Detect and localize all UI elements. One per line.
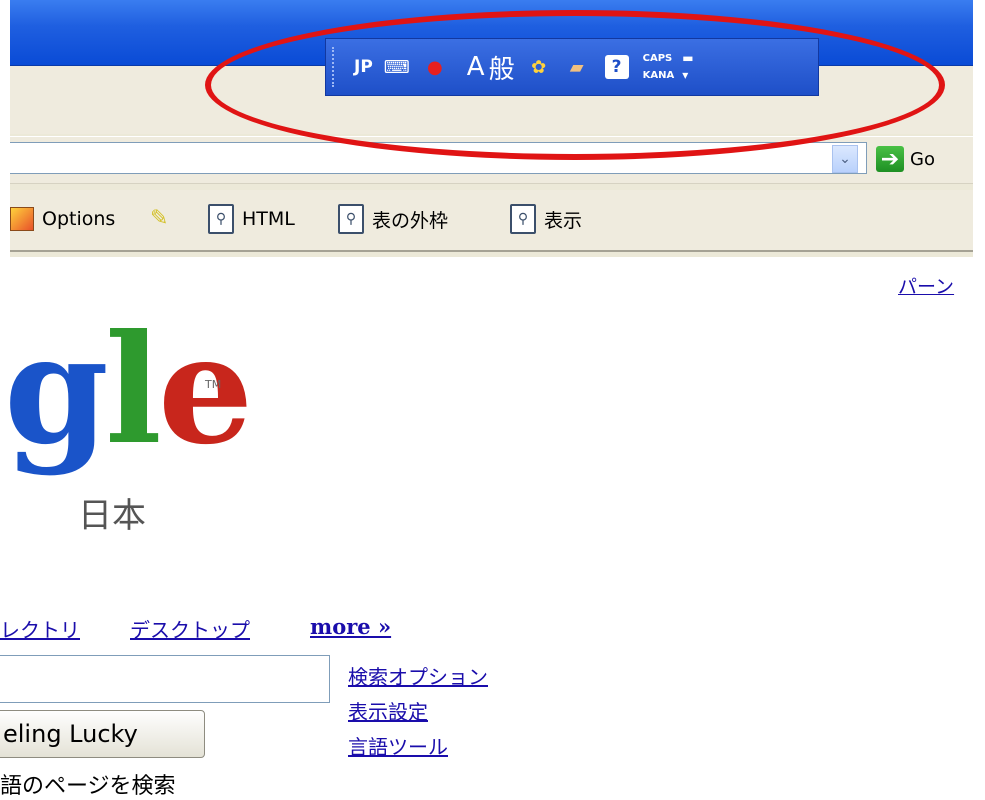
magnifier-page-icon: ⚲: [510, 204, 536, 234]
preferences-link[interactable]: 表示設定: [348, 695, 488, 730]
go-label: Go: [910, 148, 935, 170]
search-input[interactable]: [0, 655, 330, 703]
ime-input-mode-label: A: [466, 52, 485, 82]
chevron-down-icon: ⌄: [839, 151, 851, 167]
ime-language-button[interactable]: JP: [354, 47, 373, 87]
ime-conversion-mode-label: 般: [488, 54, 515, 85]
ime-input-mode-button[interactable]: A: [467, 47, 485, 87]
ime-language-bar: JP ⌨ ● A 般 ✿ ▰ ? CAPS KANA ▬ ▾: [325, 38, 819, 96]
help-icon: ?: [604, 55, 629, 79]
highlighter-button[interactable]: ✎: [150, 202, 174, 236]
caps-indicator: CAPS: [642, 53, 673, 64]
logo-letter-e: e: [157, 302, 253, 478]
keyboard-icon: ⌨: [383, 56, 410, 78]
go-arrow-icon: ➔: [876, 146, 904, 172]
ime-conversion-mode-button[interactable]: 般: [489, 47, 515, 87]
feeling-lucky-button[interactable]: eling Lucky: [0, 710, 205, 758]
top-right-link[interactable]: パーン: [898, 272, 954, 299]
ime-tool-button[interactable]: ▰: [563, 47, 591, 87]
search-side-links: 検索オプション 表示設定 言語ツール: [348, 660, 488, 765]
magnifier-page-icon: ⚲: [338, 204, 364, 234]
address-bar-row: ⌄ ➔ Go: [10, 136, 973, 184]
ime-bar-controls: ▬ ▾: [682, 50, 693, 84]
toolbox-icon: ▰: [569, 56, 584, 78]
palette-icon: ✿: [531, 56, 547, 78]
options-icon: [10, 207, 34, 231]
kana-indicator: KANA: [642, 70, 675, 81]
ime-keyboard-button[interactable]: ⌨: [383, 47, 411, 87]
tab-directory[interactable]: レクトリ: [0, 614, 80, 643]
tab-desktop[interactable]: デスクトップ: [130, 614, 250, 643]
minimize-icon[interactable]: ▬: [682, 50, 693, 67]
ime-grip-handle[interactable]: [332, 47, 344, 87]
language-tools-link[interactable]: 言語ツール: [348, 730, 488, 765]
highlighter-icon: ✎: [150, 206, 169, 231]
ime-lock-status: CAPS KANA: [643, 50, 675, 84]
display-label: 表示: [544, 209, 583, 232]
ime-palette-button[interactable]: ✿: [525, 47, 553, 87]
ime-handwriting-button[interactable]: ●: [421, 47, 449, 87]
html-label: HTML: [242, 208, 295, 230]
ime-help-button[interactable]: ?: [604, 47, 629, 87]
search-scope-label: 語のページを検索: [0, 774, 176, 799]
logo-subtitle: 日本: [78, 496, 146, 536]
magnifier-page-icon: ⚲: [208, 204, 234, 234]
address-dropdown-button[interactable]: ⌄: [832, 145, 858, 173]
address-input[interactable]: [10, 142, 867, 174]
links-toolbar: Options ✎ ⚲ HTML ⚲ 表の外枠 ⚲ 表示: [10, 190, 973, 252]
html-link[interactable]: ⚲ HTML: [208, 202, 295, 236]
logo-trademark: TM: [205, 378, 222, 391]
logo-letter-l: l: [104, 302, 162, 478]
display-link[interactable]: ⚲ 表示: [510, 202, 582, 236]
options-link[interactable]: Options: [10, 202, 115, 236]
options-label: Options: [42, 208, 116, 230]
table-border-link[interactable]: ⚲ 表の外枠: [338, 202, 448, 236]
ime-language-label: JP: [354, 57, 373, 77]
go-button[interactable]: ➔ Go: [876, 145, 966, 173]
logo-letter-g: g: [4, 302, 109, 478]
table-border-label: 表の外枠: [372, 209, 449, 232]
advanced-search-link[interactable]: 検索オプション: [348, 660, 488, 695]
ime-pad-icon: ●: [426, 56, 443, 78]
options-dropdown-icon[interactable]: ▾: [682, 67, 693, 84]
tab-more[interactable]: more »: [310, 614, 391, 639]
